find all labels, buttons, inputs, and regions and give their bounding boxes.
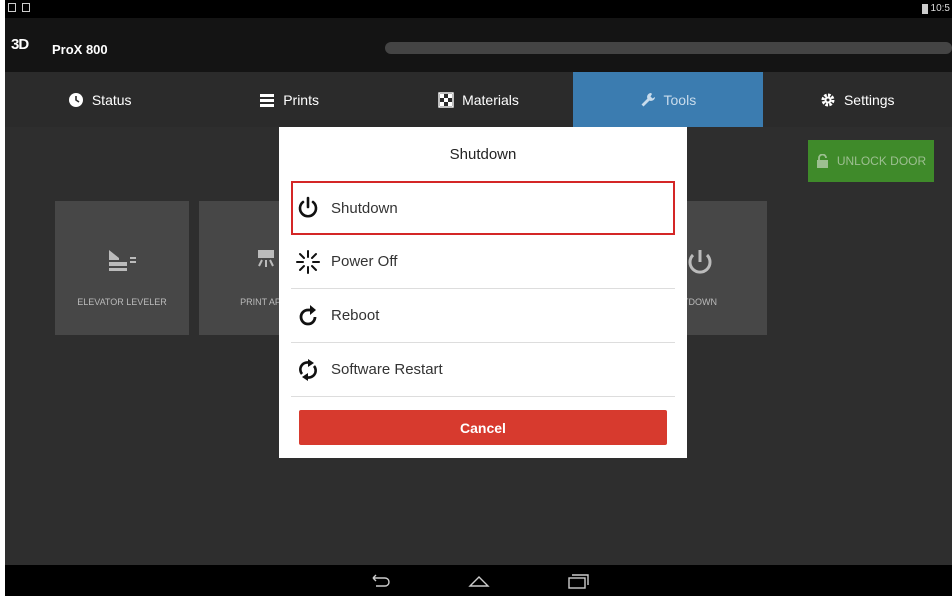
software-restart-option[interactable]: Software Restart bbox=[291, 343, 675, 397]
recent-apps-icon[interactable] bbox=[566, 573, 590, 589]
tab-settings[interactable]: Settings bbox=[763, 72, 952, 127]
app-title: ProX 800 bbox=[52, 42, 108, 57]
android-nav-bar bbox=[5, 565, 952, 596]
shutdown-icon bbox=[688, 250, 712, 274]
home-icon[interactable] bbox=[467, 573, 491, 589]
power-icon bbox=[298, 196, 318, 218]
tab-tools[interactable]: Tools bbox=[573, 72, 763, 127]
power-off-option[interactable]: Power Off bbox=[291, 235, 675, 289]
tab-materials-label: Materials bbox=[462, 91, 519, 108]
tab-materials[interactable]: Materials bbox=[384, 72, 573, 127]
unlock-door-label: UNLOCK DOOR bbox=[836, 154, 927, 168]
shutdown-option-label: Shutdown bbox=[331, 199, 398, 217]
screenshot-notification-icon bbox=[22, 3, 30, 12]
shutdown-option[interactable]: Shutdown bbox=[291, 181, 675, 235]
reboot-option-label: Reboot bbox=[331, 307, 380, 324]
list-icon bbox=[260, 93, 275, 107]
shutdown-dialog: Shutdown Shutdown Power Off Reboot Softw… bbox=[279, 127, 687, 458]
tab-status[interactable]: Status bbox=[5, 72, 194, 127]
gear-icon bbox=[821, 93, 835, 106]
print-progress-bar bbox=[385, 42, 952, 54]
tool-tile-elevator-leveler[interactable]: ELEVATOR LEVELER bbox=[55, 201, 189, 335]
clock-icon bbox=[68, 92, 83, 107]
power-off-option-label: Power Off bbox=[331, 253, 398, 270]
main-tabs: Status Prints Materials Tools Settings bbox=[5, 72, 952, 127]
padlock-icon bbox=[816, 154, 828, 168]
3d-systems-logo: 3D bbox=[11, 36, 29, 53]
clock-time: 10:5 bbox=[930, 3, 950, 14]
checkerboard-icon bbox=[438, 91, 454, 108]
unlock-door-button[interactable]: UNLOCK DOOR bbox=[808, 140, 934, 182]
reboot-icon bbox=[299, 304, 317, 325]
tab-status-label: Status bbox=[91, 91, 132, 108]
dialog-title: Shutdown bbox=[449, 146, 517, 163]
elevator-leveler-icon bbox=[109, 250, 136, 271]
reboot-option[interactable]: Reboot bbox=[291, 289, 675, 343]
restart-icon bbox=[299, 358, 317, 381]
tab-settings-label: Settings bbox=[843, 91, 895, 108]
battery-icon bbox=[921, 3, 928, 14]
software-restart-option-label: Software Restart bbox=[331, 361, 443, 378]
system-status-bar: 10:5 bbox=[5, 0, 952, 18]
tab-prints[interactable]: Prints bbox=[194, 72, 383, 127]
tool-label: ELEVATOR LEVELER bbox=[77, 297, 167, 307]
app-header: 3D ProX 800 bbox=[5, 18, 952, 72]
burst-icon bbox=[296, 249, 320, 274]
print-applicator-icon bbox=[258, 250, 274, 267]
tab-tools-label: Tools bbox=[663, 91, 697, 108]
tab-prints-label: Prints bbox=[283, 91, 319, 108]
download-notification-icon bbox=[8, 3, 16, 12]
cancel-button[interactable]: Cancel bbox=[299, 410, 667, 445]
back-icon[interactable] bbox=[368, 573, 392, 589]
wrench-icon bbox=[641, 92, 655, 106]
